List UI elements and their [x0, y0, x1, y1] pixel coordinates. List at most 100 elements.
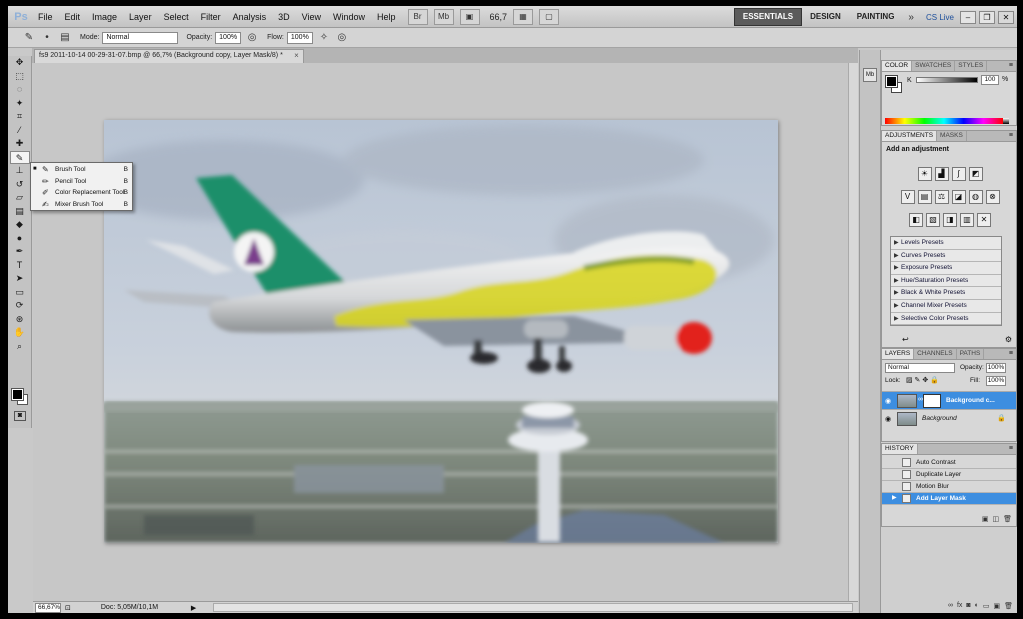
preset-channel-mixer[interactable]: ▶ Channel Mixer Presets [891, 300, 1001, 313]
curves-icon[interactable]: ∫ [951, 167, 966, 181]
delete-state-icon[interactable]: 🗑 [1003, 515, 1012, 523]
layer-background[interactable]: ◉ Background 🔒 [882, 409, 1016, 427]
mode-select[interactable]: Normal [102, 31, 179, 44]
new-group-icon[interactable]: ▭ [983, 602, 990, 610]
opacity-input[interactable]: 100% [215, 31, 242, 44]
preset-exposure[interactable]: ▶ Exposure Presets [891, 262, 1001, 275]
3d-rotate-tool-icon[interactable]: ⟳ [10, 299, 30, 313]
restore-button[interactable]: ❐ [979, 10, 995, 24]
preset-curves[interactable]: ▶ Curves Presets [891, 250, 1001, 263]
menu-edit[interactable]: Edit [59, 6, 87, 28]
panel-menu-icon[interactable]: ≡ [1009, 444, 1016, 454]
layer-opacity-input[interactable]: 100% [986, 363, 1006, 373]
flyout-mixer-brush-tool[interactable]: ✍ Mixer Brush Tool B [31, 199, 132, 211]
workspace-design[interactable]: DESIGN [802, 9, 849, 25]
channel-mixer-icon[interactable]: ⊗ [985, 190, 1000, 204]
tab-history[interactable]: HISTORY [882, 444, 918, 454]
horizontal-scrollbar[interactable] [213, 603, 853, 612]
layer-background-copy[interactable]: ◉ ∞ Background c... [882, 391, 1016, 409]
hand-tool-icon[interactable]: ✋ [10, 326, 30, 340]
zoom-menu-icon[interactable]: ⊡ [65, 604, 71, 612]
document-image[interactable] [104, 120, 778, 543]
lock-icons[interactable]: ▨ ✎ ✥ 🔒 [906, 376, 939, 384]
bridge-button[interactable]: Br [407, 8, 428, 25]
menu-image[interactable]: Image [86, 6, 123, 28]
visibility-eye-icon[interactable]: ◉ [885, 415, 891, 423]
brightness-contrast-icon[interactable]: ☀ [917, 167, 932, 181]
move-tool-icon[interactable]: ✥ [10, 56, 30, 70]
lasso-tool-icon[interactable]: ◌ [10, 83, 30, 97]
airbrush-icon[interactable]: ✧ [317, 31, 331, 45]
flyout-color-replacement-tool[interactable]: ✐ Color Replacement Tool B [31, 187, 132, 199]
preset-hue-saturation[interactable]: ▶ Hue/Saturation Presets [891, 275, 1001, 288]
brush-preset-icon[interactable]: ✎ [22, 31, 36, 45]
menu-window[interactable]: Window [327, 6, 371, 28]
history-item[interactable]: Duplicate Layer [882, 469, 1016, 481]
black-white-icon[interactable]: ◪ [951, 190, 966, 204]
blend-mode-select[interactable]: Normal [885, 363, 955, 373]
vertical-scrollbar[interactable] [848, 63, 858, 601]
photo-filter-icon[interactable]: ◍ [968, 190, 983, 204]
foreground-color-swatch[interactable] [11, 388, 24, 401]
visibility-eye-icon[interactable]: ◉ [885, 397, 891, 405]
quick-select-tool-icon[interactable]: ✦ [10, 97, 30, 111]
crop-tool-icon[interactable]: ⌗ [10, 110, 30, 124]
menu-analysis[interactable]: Analysis [227, 6, 273, 28]
menu-help[interactable]: Help [371, 6, 402, 28]
menu-file[interactable]: File [32, 6, 59, 28]
screen-mode-button[interactable]: ▢ [539, 8, 560, 25]
layer-fill-input[interactable]: 100% [986, 376, 1006, 386]
pen-tool-icon[interactable]: ✒ [10, 245, 30, 259]
flyout-brush-tool[interactable]: ■ ✎ Brush Tool B [31, 164, 132, 176]
history-item[interactable]: Motion Blur [882, 481, 1016, 493]
layer-mask-thumbnail[interactable] [923, 394, 941, 408]
shape-tool-icon[interactable]: ▭ [10, 286, 30, 300]
color-balance-icon[interactable]: ⚖ [934, 190, 949, 204]
eraser-tool-icon[interactable]: ▱ [10, 191, 30, 205]
zoom-field[interactable]: 66,67% [35, 602, 61, 613]
new-layer-icon[interactable]: ▣ [993, 602, 1000, 610]
menu-view[interactable]: View [296, 6, 327, 28]
preset-black-white[interactable]: ▶ Black & White Presets [891, 287, 1001, 300]
marquee-tool-icon[interactable]: ⬚ [10, 70, 30, 84]
k-value-input[interactable]: 100 [981, 75, 999, 85]
add-mask-icon[interactable]: ◙ [966, 602, 970, 610]
adjustment-options-icon[interactable]: ⚙ [1005, 335, 1012, 344]
tab-swatches[interactable]: SWATCHES [912, 61, 956, 71]
more-workspaces-icon[interactable]: » [902, 12, 920, 23]
minibridge-panel-icon[interactable]: Mb [863, 68, 877, 82]
gradient-map-icon[interactable]: ▥ [960, 213, 974, 227]
vibrance-icon[interactable]: V [900, 190, 915, 204]
arrange-documents-button[interactable]: ▦ [513, 8, 534, 25]
return-to-list-icon[interactable]: ↩ [902, 335, 909, 344]
panel-menu-icon[interactable]: ≡ [1009, 349, 1016, 359]
3d-orbit-tool-icon[interactable]: ⊛ [10, 313, 30, 327]
flyout-pencil-tool[interactable]: ✏ Pencil Tool B [31, 176, 132, 188]
blur-tool-icon[interactable]: ◆ [10, 218, 30, 232]
history-item[interactable]: Auto Contrast [882, 457, 1016, 469]
close-button[interactable]: ✕ [998, 10, 1014, 24]
black-white-ramp[interactable] [1003, 118, 1009, 124]
preset-selective-color[interactable]: ▶ Selective Color Presets [891, 313, 1001, 326]
hue-saturation-icon[interactable]: ▤ [917, 190, 932, 204]
dodge-tool-icon[interactable]: ● [10, 232, 30, 246]
view-extras-button[interactable]: ▣ [459, 8, 480, 25]
status-menu-arrow-icon[interactable]: ▶ [191, 604, 196, 612]
new-snapshot-icon[interactable]: ◫ [992, 515, 999, 523]
brush-panel-toggle-icon[interactable]: ▤ [58, 31, 72, 45]
document-tab[interactable]: fs9 2011-10-14 00-29-31-07.bmp @ 66,7% (… [34, 49, 304, 63]
levels-icon[interactable]: ▟ [934, 167, 949, 181]
layer-style-icon[interactable]: fx [957, 602, 962, 610]
minimize-button[interactable]: – [960, 10, 976, 24]
posterize-icon[interactable]: ▧ [926, 213, 940, 227]
panel-menu-icon[interactable]: ≡ [1009, 61, 1016, 71]
gradient-tool-icon[interactable]: ▤ [10, 205, 30, 219]
tab-layers[interactable]: LAYERS [882, 349, 915, 359]
menu-select[interactable]: Select [158, 6, 195, 28]
tab-paths[interactable]: PATHS [957, 349, 985, 359]
quick-mask-icon[interactable]: ◙ [14, 411, 26, 421]
type-tool-icon[interactable]: T [10, 259, 30, 273]
cs-live-button[interactable]: CS Live [920, 13, 960, 22]
threshold-icon[interactable]: ◨ [943, 213, 957, 227]
workspace-painting[interactable]: PAINTING [849, 9, 903, 25]
